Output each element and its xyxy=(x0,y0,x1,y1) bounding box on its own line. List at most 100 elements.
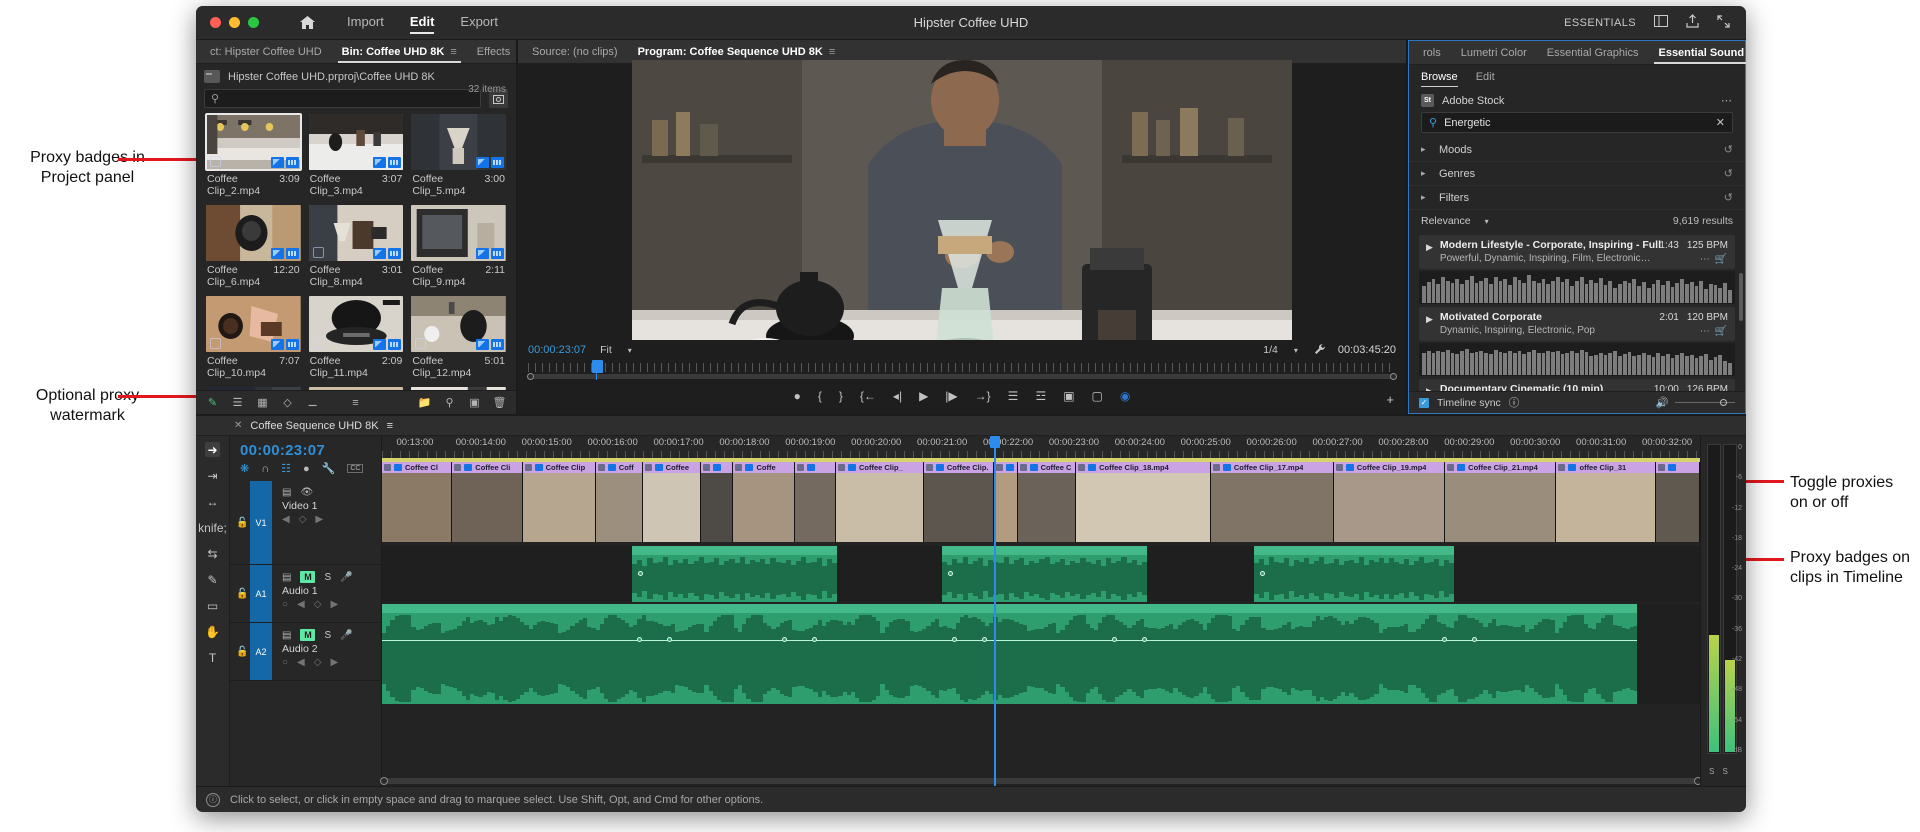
music-search-input[interactable] xyxy=(1444,117,1709,129)
extract-icon[interactable]: ☲ xyxy=(1035,389,1046,403)
playback-resolution-dropdown[interactable]: 1/4▾ xyxy=(1259,343,1302,357)
track-number[interactable]: V1 xyxy=(250,481,272,564)
close-sequence-icon[interactable]: ✕ xyxy=(234,420,242,431)
lift-icon[interactable]: ☰ xyxy=(1008,389,1019,403)
type-tool-icon[interactable]: T xyxy=(205,650,220,665)
new-bin-icon[interactable]: 📁 xyxy=(418,396,431,409)
sequence-tab-strip[interactable]: ✕ Coffee Sequence UHD 8K ≡ xyxy=(196,416,1746,436)
clip-thumbnail[interactable] xyxy=(309,205,404,261)
keyframe-marker[interactable] xyxy=(667,637,672,642)
solo-button[interactable]: S xyxy=(324,572,331,583)
workspaces-icon[interactable] xyxy=(1654,15,1668,30)
tab-essential-graphics[interactable]: Essential Graphics xyxy=(1537,43,1649,64)
search-input-wrapper[interactable]: ⚲ xyxy=(204,89,481,108)
video-clip[interactable]: Coffee Cli xyxy=(452,462,522,542)
audio-track-a1[interactable] xyxy=(382,546,1700,602)
video-clip[interactable]: iv xyxy=(994,462,1017,542)
track-waveform[interactable] xyxy=(1419,343,1735,376)
monitor-playhead[interactable] xyxy=(592,360,603,373)
project-panel-tabs[interactable]: ct: Hipster Coffee UHD Bin: Coffee UHD 8… xyxy=(196,40,516,64)
video-clip[interactable]: Coffe xyxy=(733,462,795,542)
track-options-icon[interactable]: ⋯ xyxy=(1700,254,1711,265)
keyframe-marker[interactable] xyxy=(1260,571,1265,576)
video-clip[interactable]: Coffee Clip_18.mp4 xyxy=(1076,462,1211,542)
speaker-icon[interactable]: 🔊 xyxy=(1656,396,1669,409)
reset-icon[interactable]: ↺ xyxy=(1724,143,1733,156)
video-clip[interactable]: Coffee Clip_ xyxy=(836,462,924,542)
clip-thumbnail[interactable] xyxy=(206,114,301,170)
filter-filters[interactable]: ▸ Filters ↺ xyxy=(1409,186,1745,210)
clip-item[interactable]: Coffee Clip_5.mp4 3:00 xyxy=(411,114,506,197)
monitor-panel-menu-icon[interactable]: ≡ xyxy=(829,46,835,58)
tab-effect-controls[interactable]: rols xyxy=(1413,43,1451,64)
clip-thumbnail[interactable] xyxy=(309,296,404,352)
keyframe-marker[interactable] xyxy=(812,637,817,642)
keyframe-marker[interactable] xyxy=(1472,637,1477,642)
sequence-name[interactable]: Coffee Sequence UHD 8K xyxy=(250,420,378,432)
clip-item[interactable]: Coffee Clip_10.mp4 7:07 xyxy=(206,296,301,379)
mute-button[interactable]: M xyxy=(300,571,315,583)
sort-dropdown[interactable]: Relevance▾ xyxy=(1421,215,1489,227)
clip-thumbnail[interactable] xyxy=(411,296,506,352)
track-waveform[interactable] xyxy=(1419,271,1735,304)
video-clip[interactable]: offee Clip_31 xyxy=(1556,462,1656,542)
menu-edit[interactable]: Edit xyxy=(410,14,435,32)
menu-import[interactable]: Import xyxy=(347,14,384,32)
volume-icon[interactable]: ○ xyxy=(282,599,288,610)
add-marker-icon[interactable]: ● xyxy=(303,463,310,475)
keyframe-marker[interactable] xyxy=(782,637,787,642)
slip-tool-icon[interactable]: ⇆ xyxy=(205,546,220,561)
track-select-forward-tool-icon[interactable]: ⇥ xyxy=(205,468,220,483)
snap-icon[interactable]: ∩ xyxy=(261,463,269,475)
ruler-handle-left[interactable] xyxy=(527,373,534,380)
home-icon[interactable] xyxy=(299,14,317,32)
clip-item[interactable]: Coffee Clip_12.mp4 5:01 xyxy=(411,296,506,379)
tab-lumetri-color[interactable]: Lumetri Color xyxy=(1451,43,1537,64)
cart-icon[interactable]: 🛒 xyxy=(1715,326,1728,337)
next-keyframe-icon[interactable]: ▶ xyxy=(315,514,323,525)
play-icon[interactable]: ▶ xyxy=(919,389,928,403)
volume-slider[interactable] xyxy=(1675,402,1735,403)
audio-clip[interactable] xyxy=(382,604,1637,704)
keyframe-marker[interactable] xyxy=(638,571,643,576)
clip-thumbnail[interactable] xyxy=(206,296,301,352)
music-list-scrollbar[interactable] xyxy=(1739,273,1743,321)
video-clip[interactable] xyxy=(795,462,836,542)
go-to-in-icon[interactable]: {← xyxy=(860,389,876,403)
keyframe-marker[interactable] xyxy=(1142,637,1147,642)
clip-item[interactable]: Coffee Clip_11.mp4 2:09 xyxy=(309,296,404,379)
search-bin-icon[interactable]: ⚲ xyxy=(443,396,456,409)
go-to-out-icon[interactable]: →} xyxy=(975,389,991,403)
timeline-tracks-area[interactable]: Coffee ClCoffee CliCoffee ClipCoffCoffee… xyxy=(382,458,1700,786)
nest-toggle-icon[interactable]: ❋ xyxy=(240,462,249,475)
tab-bin-coffee-uhd-8k[interactable]: Bin: Coffee UHD 8K≡ xyxy=(332,42,467,63)
keyframe-marker[interactable] xyxy=(982,637,987,642)
video-clip[interactable]: Coffee Cl xyxy=(382,462,452,542)
pen-icon[interactable]: ✎ xyxy=(206,396,219,409)
lock-icon[interactable]: 🔓 xyxy=(236,646,248,657)
clip-item[interactable]: Coffee Clip_9.mp4 2:11 xyxy=(411,205,506,288)
export-frame-icon[interactable]: ▣ xyxy=(1063,389,1074,403)
video-clip[interactable]: Coffee C xyxy=(1018,462,1077,542)
add-marker-icon[interactable]: ● xyxy=(794,389,801,403)
clip-thumbnail[interactable] xyxy=(411,205,506,261)
audio-clip[interactable] xyxy=(942,546,1147,602)
timeline-ruler[interactable]: 00:13:0000:00:14:0000:00:15:0000:00:16:0… xyxy=(382,436,1700,458)
audio-track-a2[interactable] xyxy=(382,604,1700,704)
music-search-wrapper[interactable]: ⚲ ✕ xyxy=(1421,112,1733,133)
volume-rubber-band[interactable] xyxy=(382,640,1637,641)
info-icon[interactable]: ⓘ xyxy=(206,793,220,807)
add-keyframe-icon[interactable]: ◇ xyxy=(314,657,322,668)
mute-button[interactable]: M xyxy=(300,629,315,641)
next-keyframe-icon[interactable]: ▶ xyxy=(330,599,338,610)
timeline-sync-checkbox[interactable]: ✓ xyxy=(1419,398,1429,408)
prev-keyframe-icon[interactable]: ◀ xyxy=(282,514,290,525)
filter-moods[interactable]: ▸ Moods ↺ xyxy=(1409,138,1745,162)
captions-icon[interactable]: CC xyxy=(347,464,363,473)
audio-clip[interactable] xyxy=(1254,546,1454,602)
lock-icon[interactable]: 🔓 xyxy=(236,517,248,528)
clear-search-icon[interactable]: ✕ xyxy=(1716,116,1725,129)
comparison-view-icon[interactable]: ▢ xyxy=(1092,389,1103,403)
timeline-playhead[interactable] xyxy=(994,436,996,786)
tab-effects[interactable]: Effects xyxy=(467,42,520,63)
